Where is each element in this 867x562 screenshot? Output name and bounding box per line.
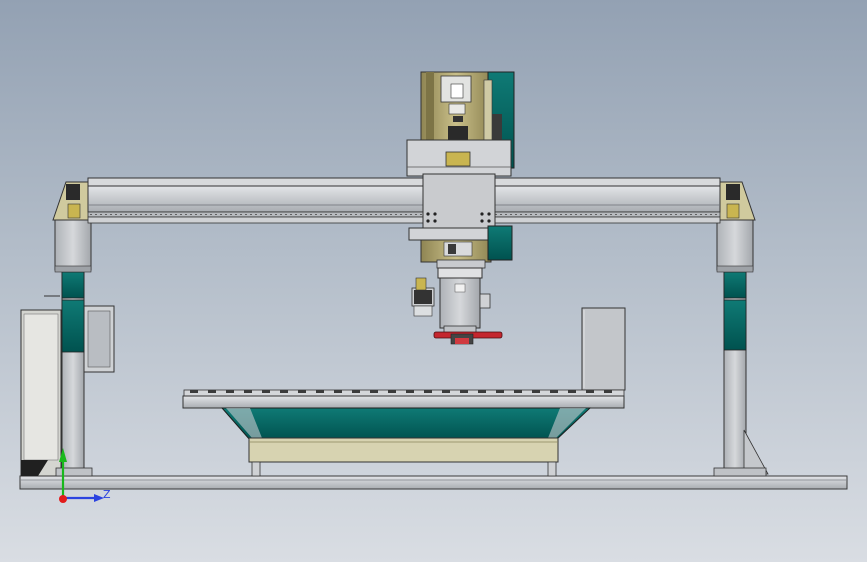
- triad-origin-icon: [59, 495, 67, 503]
- base-rail: [19, 475, 848, 490]
- triad-z-label: Z: [103, 488, 111, 501]
- cad-viewport[interactable]: Z: [0, 0, 867, 562]
- side-guard-panel: [581, 307, 626, 391]
- spindle[interactable]: [411, 267, 491, 335]
- gantry-beam[interactable]: [87, 177, 721, 224]
- z-axis-head[interactable]: [406, 71, 515, 269]
- work-table[interactable]: [182, 389, 625, 477]
- saw-blade[interactable]: [433, 331, 503, 345]
- right-column: [713, 181, 769, 477]
